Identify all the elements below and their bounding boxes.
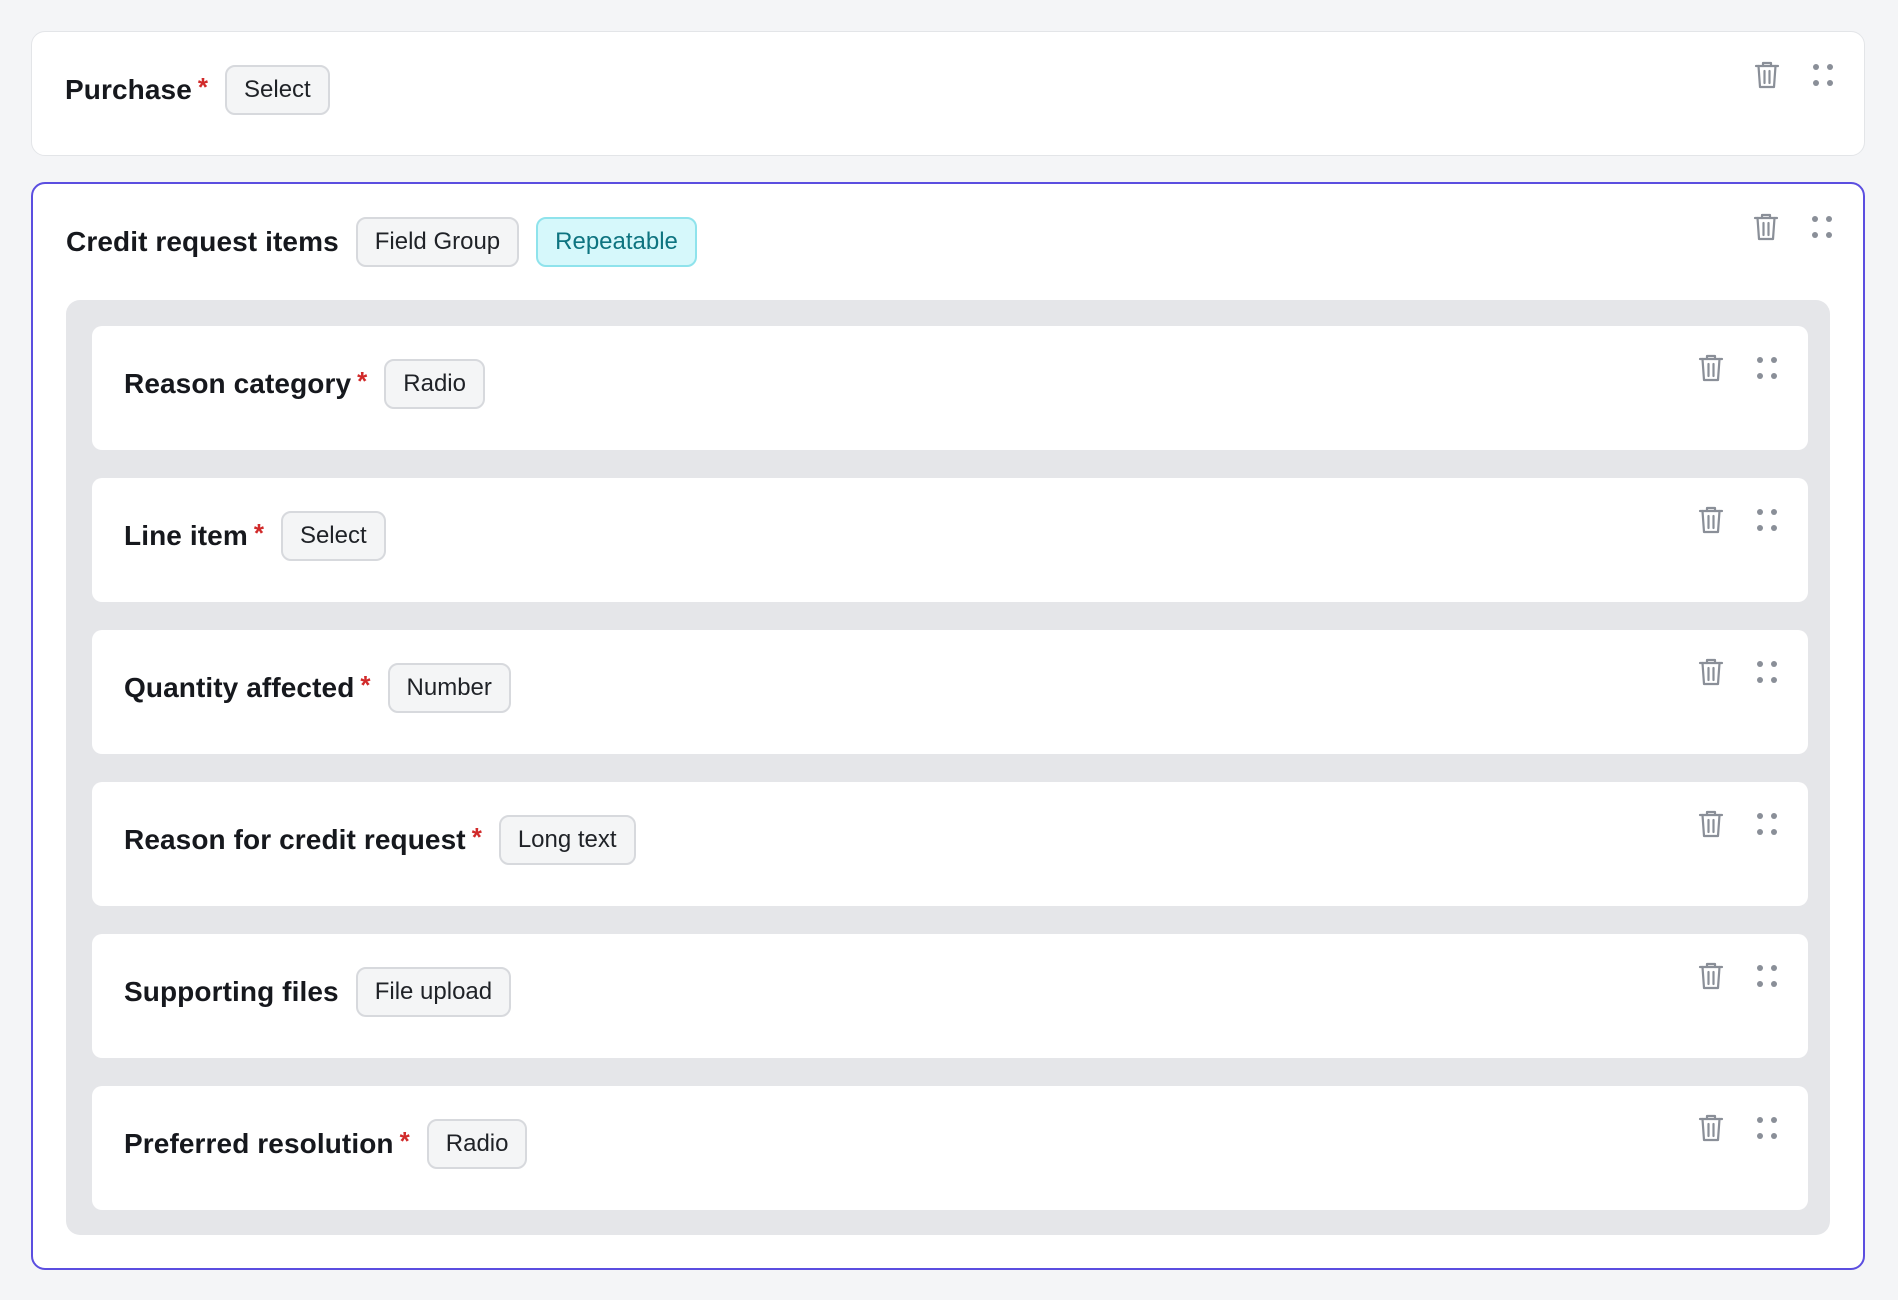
field-title: Reason category (124, 368, 352, 399)
field-card-header: Reason for credit request * Long text (124, 814, 636, 866)
required-marker: * (253, 517, 264, 548)
field-card-quantity-affected[interactable]: Quantity affected * Number (92, 630, 1808, 754)
field-actions (1698, 505, 1780, 535)
field-card-header: Reason category * Radio (124, 358, 485, 410)
field-actions (1698, 961, 1780, 991)
field-title: Preferred resolution (124, 1128, 394, 1159)
field-title: Quantity affected (124, 672, 355, 703)
field-card-line-item[interactable]: Line item * Select (92, 478, 1808, 602)
required-marker: * (399, 1125, 410, 1156)
field-type-chip: Number (387, 663, 511, 713)
field-group-credit-request-items[interactable]: Credit request items Field Group Repeata… (31, 182, 1865, 1270)
field-card-header: Purchase * Select (65, 64, 330, 116)
field-title: Reason for credit request (124, 824, 466, 855)
field-card-purchase[interactable]: Purchase * Select (31, 31, 1865, 156)
field-title: Supporting files (124, 976, 339, 1007)
field-card-header: Line item * Select (124, 510, 386, 562)
field-type-chip: Long text (498, 815, 636, 865)
trash-icon[interactable] (1753, 212, 1779, 242)
field-actions (1698, 353, 1780, 383)
trash-icon[interactable] (1698, 657, 1724, 687)
field-type-chip: Radio (384, 359, 485, 409)
repeatable-badge: Repeatable (536, 217, 697, 267)
field-type-chip: File upload (355, 967, 512, 1017)
field-card-header: Quantity affected * Number (124, 662, 511, 714)
drag-handle-icon[interactable] (1809, 212, 1835, 242)
trash-icon[interactable] (1698, 961, 1724, 991)
drag-handle-icon[interactable] (1754, 353, 1780, 383)
field-actions (1698, 1113, 1780, 1143)
drag-handle-icon[interactable] (1754, 657, 1780, 687)
drag-handle-icon[interactable] (1754, 1113, 1780, 1143)
field-type-chip: Radio (426, 1119, 528, 1169)
required-marker: * (471, 821, 482, 852)
field-actions (1698, 809, 1780, 839)
required-marker: * (357, 365, 368, 396)
field-group-header: Credit request items Field Group Repeata… (66, 216, 697, 268)
field-title: Line item (124, 520, 248, 551)
trash-icon[interactable] (1698, 505, 1724, 535)
field-card-reason-category[interactable]: Reason category * Radio (92, 326, 1808, 450)
field-group-actions (1753, 212, 1835, 242)
drag-handle-icon[interactable] (1754, 809, 1780, 839)
field-group-container: Reason category * Radio Line item * Sele… (66, 300, 1830, 1235)
field-type-chip: Select (225, 65, 330, 115)
field-card-supporting-files[interactable]: Supporting files File upload (92, 934, 1808, 1058)
drag-handle-icon[interactable] (1810, 60, 1836, 90)
form-builder-canvas: Purchase * Select Credit request items F… (0, 0, 1898, 1300)
trash-icon[interactable] (1698, 1113, 1724, 1143)
trash-icon[interactable] (1698, 353, 1724, 383)
field-card-header: Preferred resolution * Radio (124, 1118, 528, 1170)
field-card-header: Supporting files File upload (124, 966, 512, 1018)
required-marker: * (360, 669, 371, 700)
field-group-title: Credit request items (66, 226, 339, 257)
field-type-chip: Select (280, 511, 386, 561)
field-card-reason-for-credit-request[interactable]: Reason for credit request * Long text (92, 782, 1808, 906)
field-actions (1754, 60, 1836, 90)
field-card-preferred-resolution[interactable]: Preferred resolution * Radio (92, 1086, 1808, 1210)
field-actions (1698, 657, 1780, 687)
trash-icon[interactable] (1698, 809, 1724, 839)
drag-handle-icon[interactable] (1754, 505, 1780, 535)
field-type-chip: Field Group (355, 217, 520, 267)
trash-icon[interactable] (1754, 60, 1780, 90)
field-title: Purchase (65, 74, 192, 105)
required-marker: * (197, 71, 208, 102)
drag-handle-icon[interactable] (1754, 961, 1780, 991)
